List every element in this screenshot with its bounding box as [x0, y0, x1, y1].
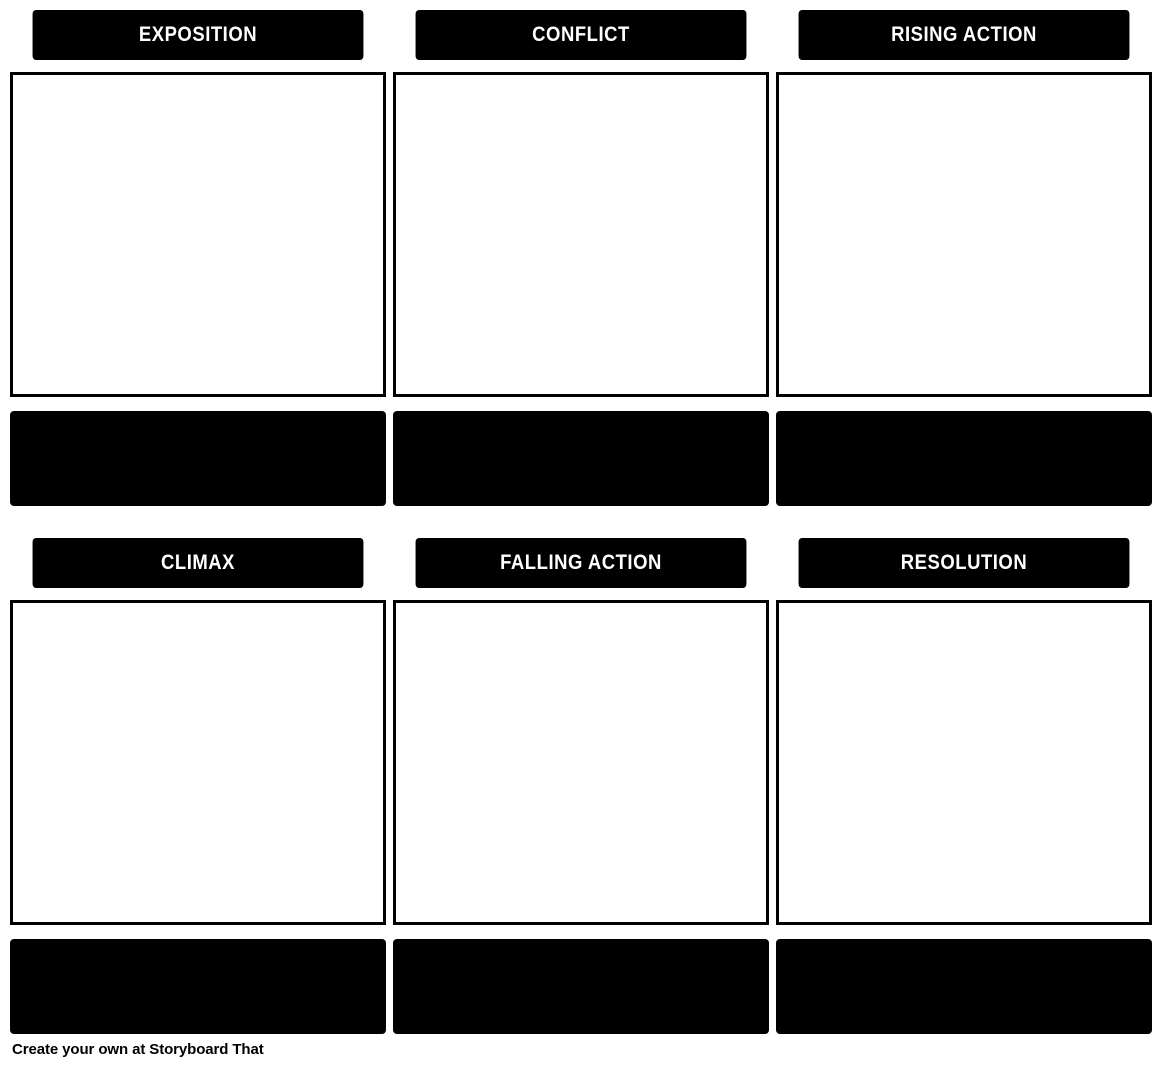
cell-canvas-conflict[interactable]	[393, 72, 769, 397]
cell-title-falling-action: FALLING ACTION	[415, 538, 747, 588]
storyboard-cell-rising-action[interactable]: RISING ACTION	[776, 10, 1152, 506]
cell-canvas-falling-action[interactable]	[393, 600, 769, 925]
cell-canvas-resolution[interactable]	[776, 600, 1152, 925]
storyboard-row: EXPOSITION CONFLICT RISING ACTION	[0, 0, 1164, 506]
cell-canvas-rising-action[interactable]	[776, 72, 1152, 397]
storyboard-grid: EXPOSITION CONFLICT RISING ACTION CLIMAX…	[0, 0, 1164, 1086]
cell-description-climax[interactable]	[10, 939, 386, 1034]
cell-title-conflict: CONFLICT	[415, 10, 747, 60]
storyboard-cell-resolution[interactable]: RESOLUTION	[776, 538, 1152, 1034]
cell-title-resolution: RESOLUTION	[798, 538, 1130, 588]
cell-description-rising-action[interactable]	[776, 411, 1152, 506]
cell-title-rising-action: RISING ACTION	[798, 10, 1130, 60]
footer-attribution: Create your own at Storyboard That	[12, 1041, 264, 1058]
storyboard-cell-climax[interactable]: CLIMAX	[10, 538, 386, 1034]
cell-canvas-climax[interactable]	[10, 600, 386, 925]
cell-description-falling-action[interactable]	[393, 939, 769, 1034]
storyboard-cell-conflict[interactable]: CONFLICT	[393, 10, 769, 506]
storyboard-cell-falling-action[interactable]: FALLING ACTION	[393, 538, 769, 1034]
cell-title-climax: CLIMAX	[32, 538, 364, 588]
storyboard-cell-exposition[interactable]: EXPOSITION	[10, 10, 386, 506]
cell-title-exposition: EXPOSITION	[32, 10, 364, 60]
cell-description-conflict[interactable]	[393, 411, 769, 506]
cell-canvas-exposition[interactable]	[10, 72, 386, 397]
cell-description-resolution[interactable]	[776, 939, 1152, 1034]
cell-description-exposition[interactable]	[10, 411, 386, 506]
storyboard-row: CLIMAX FALLING ACTION RESOLUTION	[0, 506, 1164, 1034]
